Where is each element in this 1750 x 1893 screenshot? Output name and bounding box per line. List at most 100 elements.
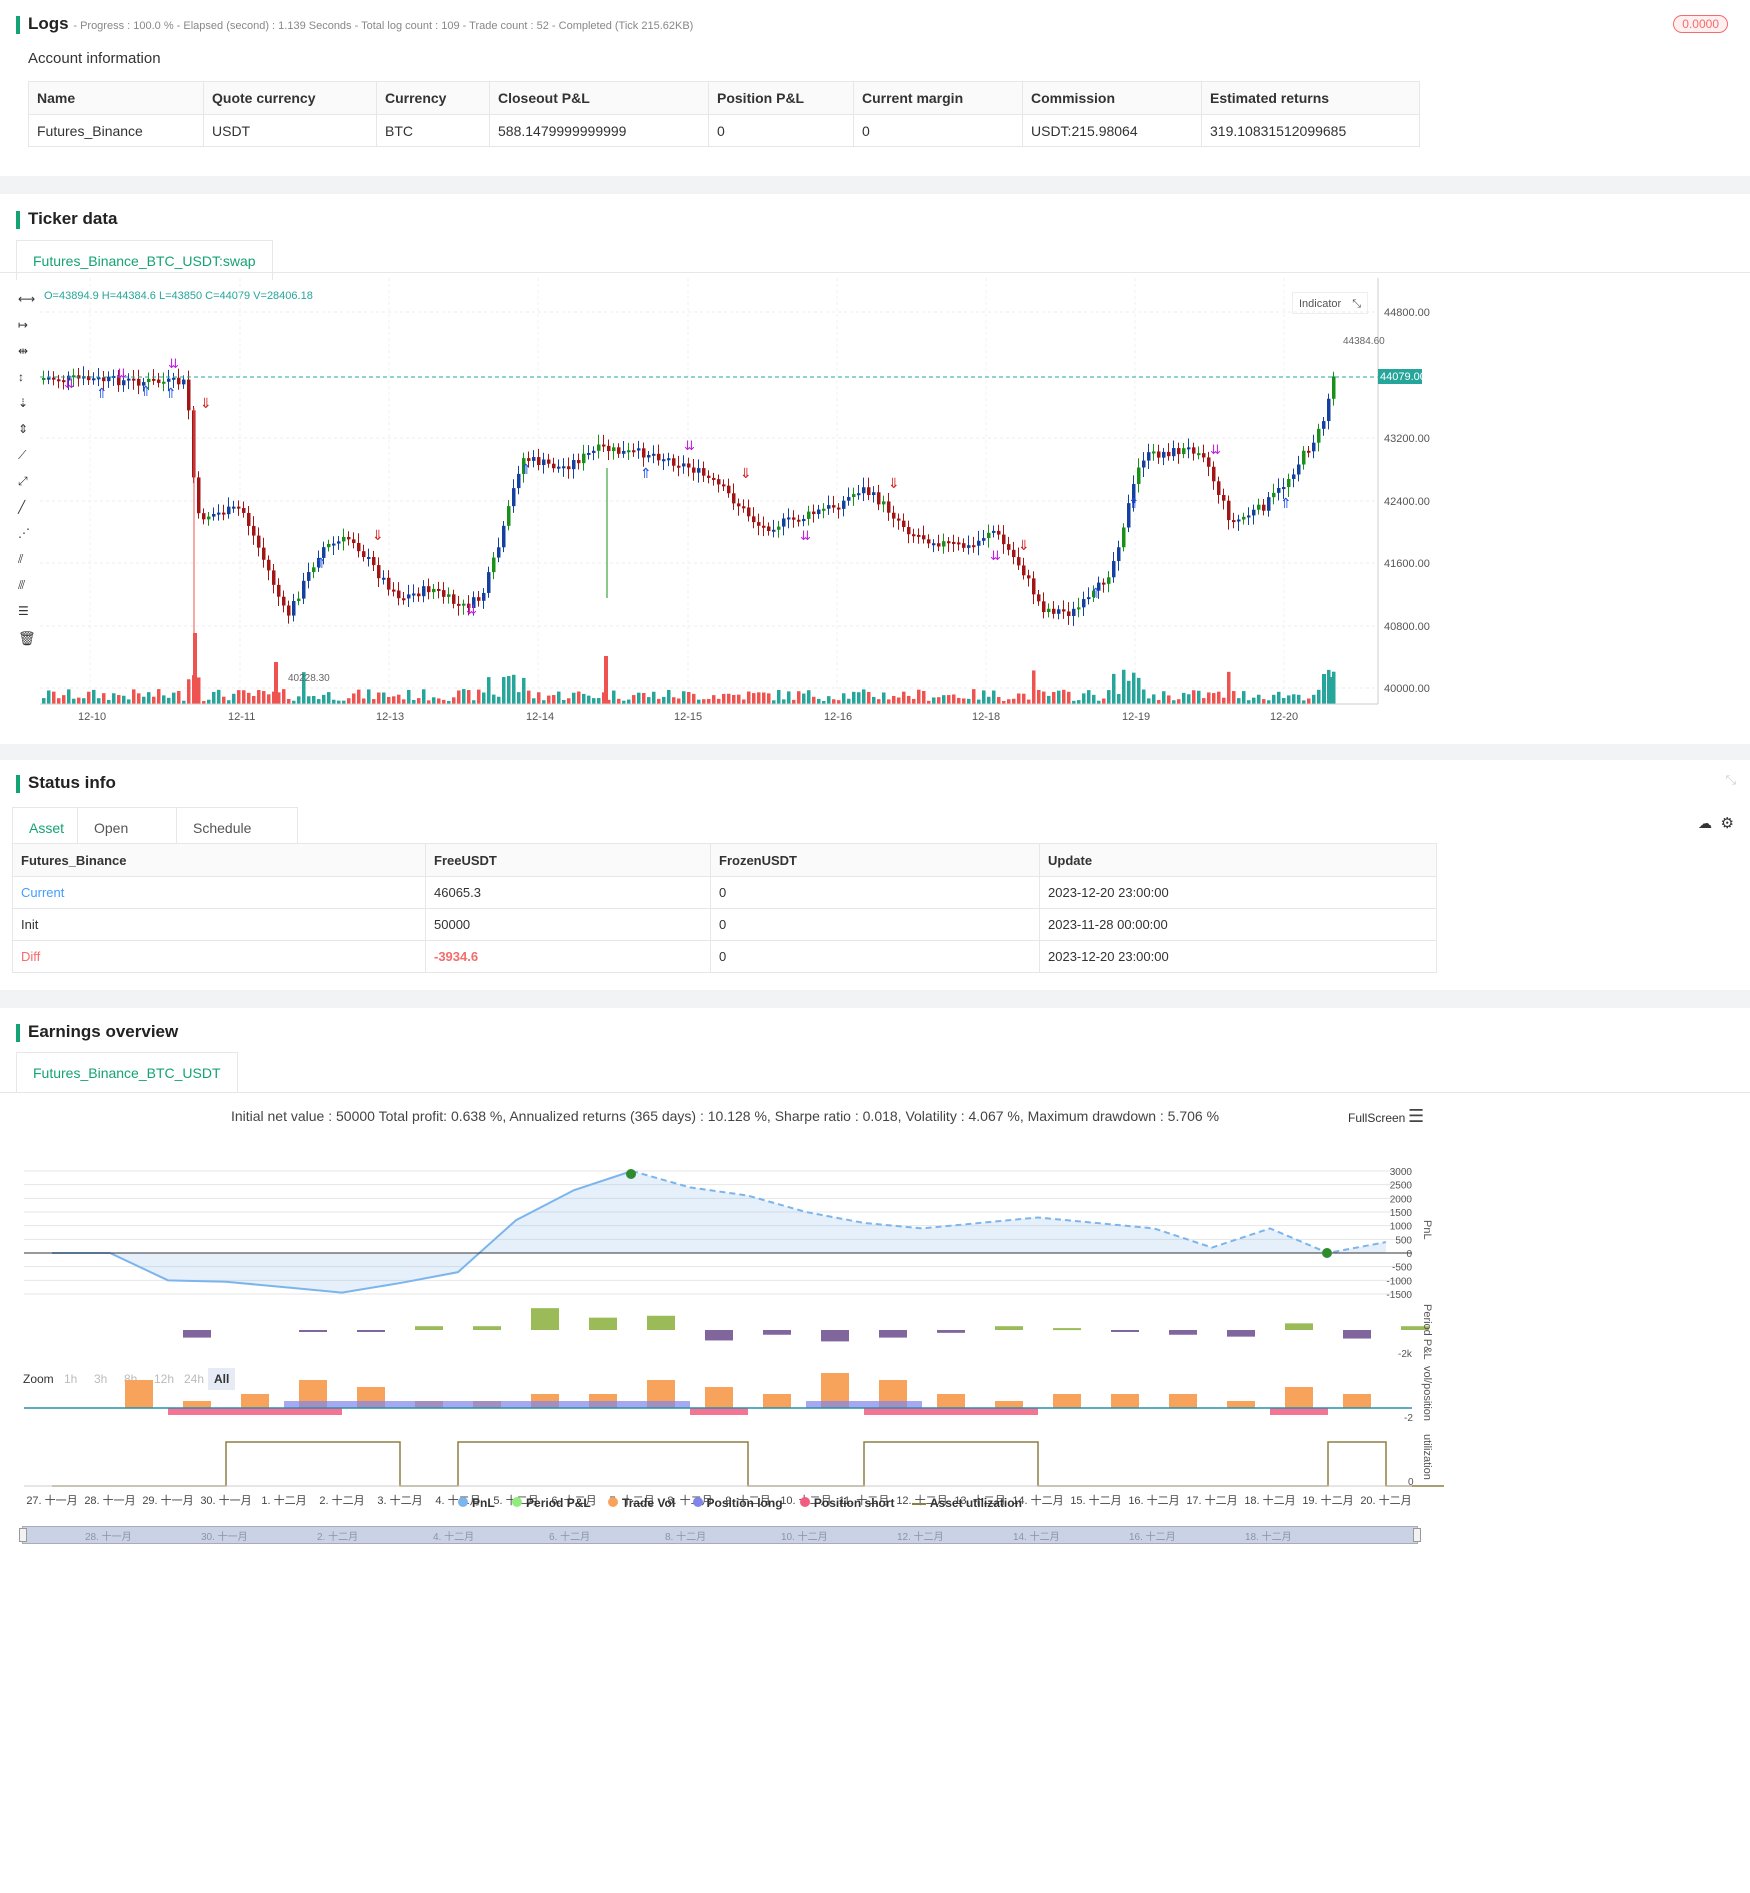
candle-body (682, 463, 686, 467)
candle-body (1047, 608, 1051, 613)
volume-bar (317, 699, 321, 704)
volume-bar (502, 677, 506, 704)
volume-bar (442, 699, 446, 704)
candle-body (1182, 448, 1186, 455)
candle-body (277, 584, 281, 597)
volume-bar (912, 698, 916, 704)
candle-body (1232, 520, 1236, 523)
tab-schedule-orders[interactable]: Schedule orders (176, 807, 298, 876)
volume-bar (412, 699, 416, 704)
candle-body (187, 379, 191, 411)
candle-body (157, 379, 161, 383)
pnl-tick: -500 (1392, 1263, 1412, 1274)
candle-body (227, 506, 231, 515)
legend-item-position-short[interactable]: Position short (799, 1496, 895, 1510)
candle-body (777, 526, 781, 530)
asset-row-label: Init (12, 908, 426, 941)
volume-bar (1287, 695, 1291, 704)
volume-bar (597, 698, 601, 704)
price-grid (40, 278, 1378, 704)
high-label: 44384.60 (1343, 336, 1385, 347)
candle-body (152, 378, 156, 381)
candle-body (427, 586, 431, 593)
volume-bar (657, 698, 661, 704)
period-bar (1053, 1328, 1081, 1331)
volume-bar (457, 690, 461, 704)
volume-bar (897, 697, 901, 704)
candle-body (1262, 504, 1266, 511)
volume-bar (42, 698, 46, 704)
volume-bar (807, 690, 811, 704)
status-title: Status info (16, 773, 116, 793)
tab-ticker-symbol[interactable]: Futures_Binance_BTC_USDT:swap (16, 240, 273, 280)
legend-marker (692, 1497, 703, 1507)
volume-bar (402, 699, 406, 704)
fullscreen-button[interactable]: FullScreen (1348, 1111, 1405, 1125)
volume-bar (747, 691, 751, 704)
candle-body (667, 458, 671, 461)
trade-vol-bar (1111, 1394, 1139, 1408)
asset-cell: 2023-12-20 23:00:00 (1039, 940, 1437, 973)
candle-body (817, 509, 821, 515)
candle-body (632, 450, 636, 453)
legend-item-asset-utilization[interactable]: Asset utilization (911, 1496, 1022, 1510)
candle-body (52, 377, 56, 380)
position-long-bar (806, 1401, 864, 1408)
volume-bar (1262, 699, 1266, 704)
volume-bar (1272, 694, 1276, 704)
range-navigator[interactable]: 28. 十一月 30. 十一月 2. 十二月 4. 十二月 6. 十二月 8. 十二月 10… (19, 1526, 1421, 1544)
tab-asset[interactable]: Asset (12, 807, 78, 847)
volume-bar (547, 695, 551, 704)
legend-item-position-long[interactable]: Position long (692, 1496, 783, 1510)
tab-open-orders[interactable]: Open orders (77, 807, 177, 876)
volume-bar (62, 695, 66, 704)
tab-earnings-symbol[interactable]: Futures_Binance_BTC_USDT (16, 1052, 238, 1092)
navigator-handle-left[interactable] (19, 1528, 27, 1542)
trade-vol-bar (995, 1401, 1023, 1408)
collapse-icon[interactable]: ⤡ (1726, 772, 1736, 788)
volume-bar (677, 698, 681, 704)
volume-bar (137, 693, 141, 704)
volume-bar (242, 690, 246, 704)
candle-body (352, 539, 356, 543)
volume-bar (937, 697, 941, 704)
volume-bar (1007, 699, 1011, 704)
candle-body (712, 477, 716, 480)
volume-bar (787, 691, 791, 704)
volume-bar (297, 696, 301, 704)
volume-bar (357, 689, 361, 704)
volume-bar (467, 690, 471, 704)
volume-bar (382, 692, 386, 704)
settings-gear-icon[interactable]: ⚙ (1721, 814, 1734, 832)
date-tick: 2. 十二月 (319, 1493, 364, 1507)
legend-item-trade-vol[interactable]: Trade Vol (608, 1496, 675, 1510)
volume-bar (567, 698, 571, 704)
candle-body (582, 453, 586, 464)
candle-body (502, 525, 506, 548)
volume-bar (1147, 698, 1151, 704)
candle-body (1167, 451, 1171, 457)
candle-body (507, 506, 511, 526)
volume-bar (717, 698, 721, 704)
volume-bar (1167, 695, 1171, 704)
volume-bar (1157, 699, 1161, 704)
volume-bar (1232, 691, 1236, 704)
pnl-tick-labels: 3000 2500 2000 1500 1000 500 0 -500 -1000 -1500 (1386, 1167, 1412, 1301)
volume-bar (1172, 700, 1176, 704)
legend-item-pnl[interactable]: PnL (458, 1496, 495, 1510)
navigator-handle-right[interactable] (1413, 1528, 1421, 1542)
candle-body (882, 501, 886, 505)
legend-item-period-pnl[interactable]: Period P&L (512, 1496, 591, 1510)
period-bar (763, 1330, 791, 1335)
position-short-bar (922, 1408, 980, 1415)
period-bar (647, 1315, 675, 1330)
candle-body (147, 378, 151, 383)
volume-bar (1012, 698, 1016, 704)
close-marker: ⇊ (116, 366, 127, 381)
upload-icon[interactable]: ☁ (1698, 815, 1712, 832)
volume-bar (532, 698, 536, 704)
candle-body (1062, 609, 1066, 612)
candle-body (327, 543, 331, 548)
menu-icon[interactable]: ☰ (1408, 1106, 1424, 1127)
volume-bar (287, 698, 291, 704)
